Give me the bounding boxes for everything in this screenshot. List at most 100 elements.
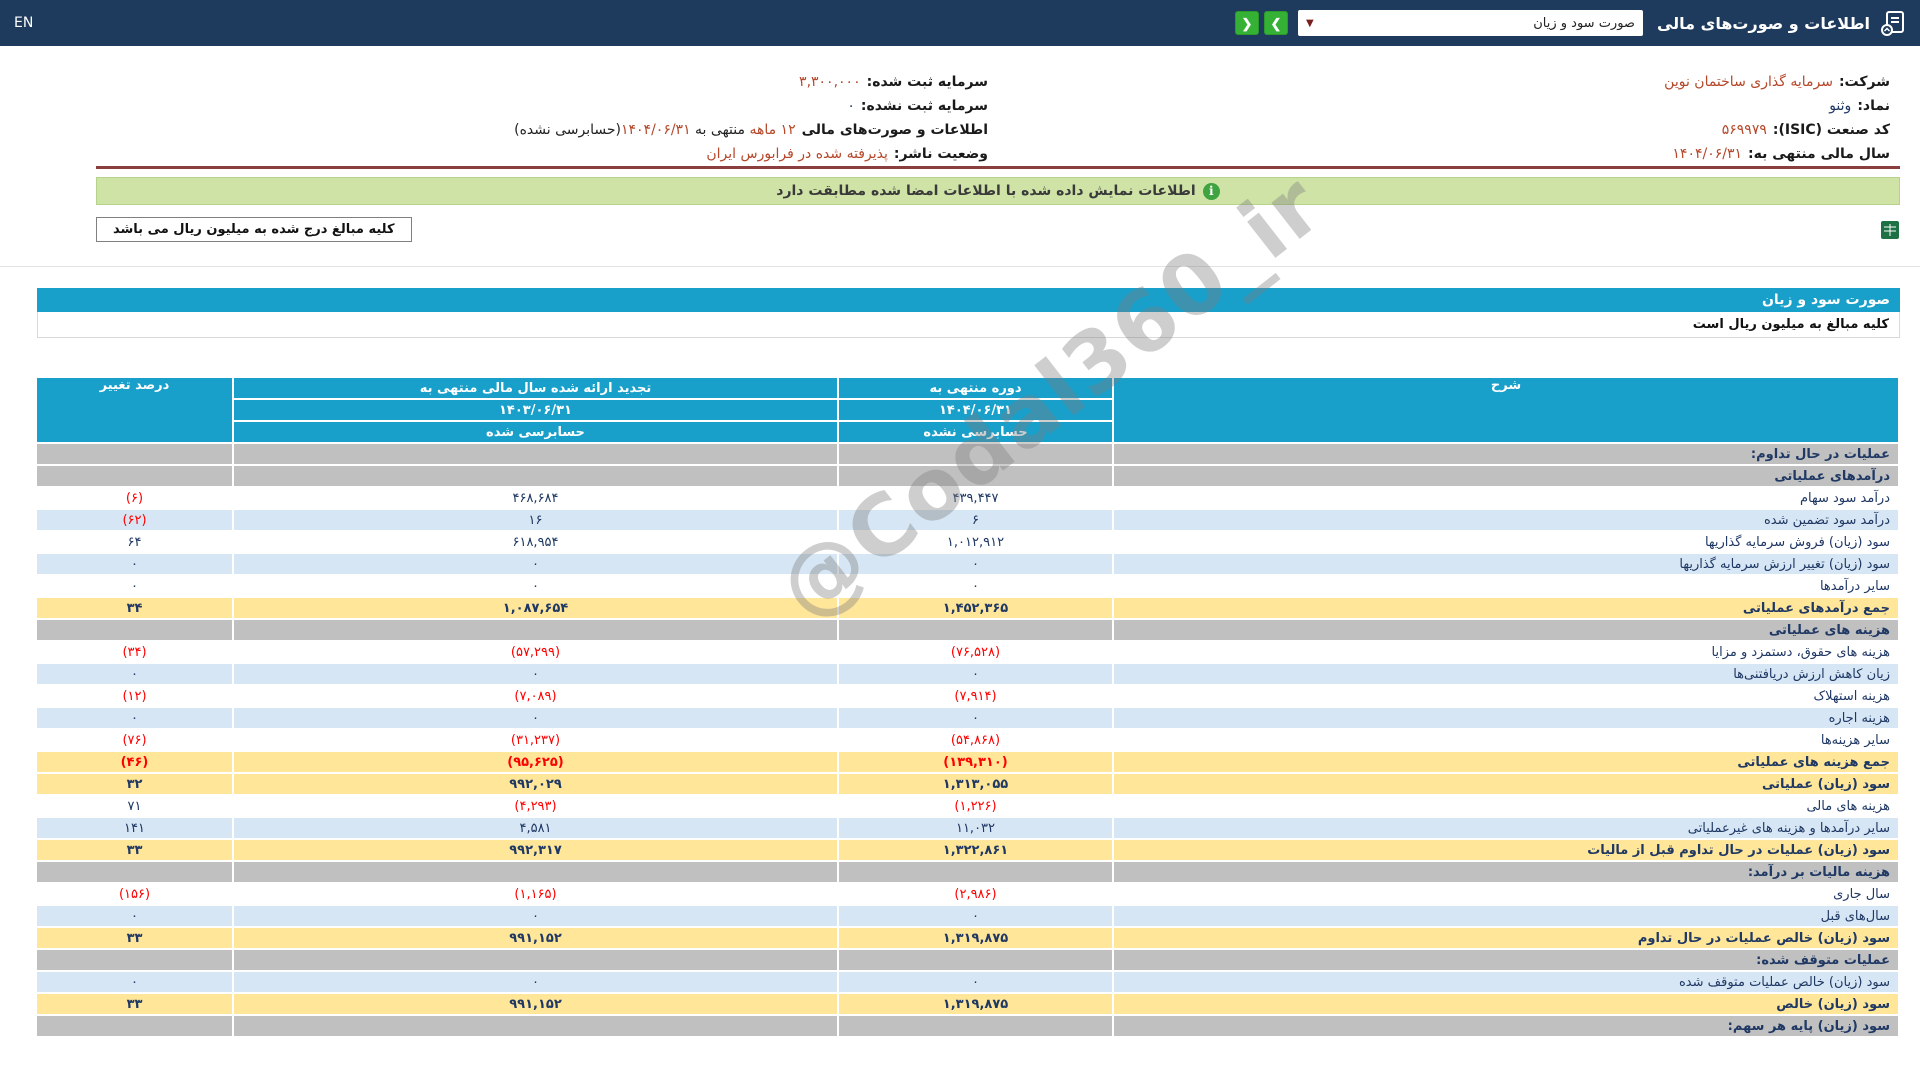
table-section-row: هزینه مالیات بر درآمد:: [36, 861, 1899, 883]
unregistered-capital-value: ۰: [847, 98, 855, 114]
unregistered-capital-field: سرمایه ثبت نشده: ۰: [96, 94, 998, 118]
row-label: درآمدهای عملیاتی: [1113, 465, 1899, 487]
statement-select-value: صورت سود و زیان: [1533, 16, 1635, 31]
company-header-zone: شرکت: سرمایه گذاری ساختمان نوین سرمایه ث…: [96, 70, 1900, 242]
statement-type-select[interactable]: صورت سود و زیان ▼: [1298, 10, 1643, 36]
row-label: عملیات متوقف شده:: [1113, 949, 1899, 971]
company-value: سرمایه گذاری ساختمان نوین: [1664, 74, 1833, 90]
row-label: هزینه مالیات بر درآمد:: [1113, 861, 1899, 883]
row-prior-value: [233, 1015, 838, 1037]
row-current-value: (۵۴,۸۶۸): [838, 729, 1113, 751]
row-label: سایر درآمدها: [1113, 575, 1899, 597]
publisher-status-label: وضعیت ناشر:: [894, 146, 988, 162]
language-toggle[interactable]: EN: [14, 15, 33, 31]
row-prior-value: ۰: [233, 553, 838, 575]
statement-table-body: عملیات در حال تداوم:درآمدهای عملیاتیدرآم…: [36, 443, 1899, 1037]
col-header-restated-date: ۱۴۰۳/۰۶/۳۱: [233, 399, 838, 421]
export-excel-button[interactable]: [1880, 220, 1900, 240]
row-label: هزینه های عملیاتی: [1113, 619, 1899, 641]
row-change-value: ۳۲: [36, 773, 233, 795]
table-row: سایر هزینه‌ها(۵۴,۸۶۸)(۳۱,۲۳۷)(۷۶): [36, 729, 1899, 751]
table-section-row: هزینه های عملیاتی: [36, 619, 1899, 641]
row-prior-value: ۰: [233, 971, 838, 993]
row-label: هزینه اجاره: [1113, 707, 1899, 729]
row-change-value: ۰: [36, 707, 233, 729]
table-row: سود (زیان) فروش سرمایه گذاریها۱,۰۱۲,۹۱۲۶…: [36, 531, 1899, 553]
table-row: هزینه های حقوق، دستمزد و مزایا(۷۶,۵۲۸)(۵…: [36, 641, 1899, 663]
table-row: سود (زیان) تغییر ارزش سرمایه گذاریها۰۰۰: [36, 553, 1899, 575]
company-info-panel: شرکت: سرمایه گذاری ساختمان نوین سرمایه ث…: [96, 70, 1900, 169]
statement-audit-suffix: (حسابرسی نشده): [514, 122, 621, 138]
row-change-value: (۷۶): [36, 729, 233, 751]
row-change-value: [36, 465, 233, 487]
row-prior-value: ۹۹۱,۱۵۲: [233, 927, 838, 949]
signature-match-text: اطلاعات نمایش داده شده با اطلاعات امضا ش…: [776, 183, 1195, 199]
row-change-value: [36, 1015, 233, 1037]
row-current-value: [838, 949, 1113, 971]
row-label: جمع هزینه های عملیاتی: [1113, 751, 1899, 773]
statement-table: شرح دوره منتهی به تجدید ارائه شده سال ما…: [35, 376, 1900, 1038]
row-label: زیان کاهش ارزش دریافتنی‌ها: [1113, 663, 1899, 685]
isic-field: کد صنعت (ISIC): ۵۶۹۹۷۹: [998, 118, 1900, 142]
row-prior-value: ۶۱۸,۹۵۴: [233, 531, 838, 553]
symbol-label: نماد:: [1857, 98, 1890, 114]
row-label: سال‌های قبل: [1113, 905, 1899, 927]
table-row: هزینه استهلاک(۷,۹۱۴)(۷,۰۸۹)(۱۲): [36, 685, 1899, 707]
table-row: هزینه اجاره۰۰۰: [36, 707, 1899, 729]
company-field: شرکت: سرمایه گذاری ساختمان نوین: [998, 70, 1900, 94]
row-current-value: ۱۱,۰۳۲: [838, 817, 1113, 839]
row-prior-value: ۹۹۱,۱۵۲: [233, 993, 838, 1015]
isic-value: ۵۶۹۹۷۹: [1722, 122, 1767, 138]
currency-note-box: کلیه مبالغ درج شده به میلیون ریال می باش…: [96, 217, 412, 242]
row-current-value: ۰: [838, 553, 1113, 575]
table-row: سود (زیان) خالص عملیات در حال تداوم۱,۳۱۹…: [36, 927, 1899, 949]
registered-capital-value: ۳,۳۰۰,۰۰۰: [799, 74, 861, 90]
row-label: سود (زیان) خالص عملیات متوقف شده: [1113, 971, 1899, 993]
row-prior-value: [233, 619, 838, 641]
registered-capital-field: سرمایه ثبت شده: ۳,۳۰۰,۰۰۰: [96, 70, 998, 94]
row-prior-value: [233, 443, 838, 465]
row-label: سود (زیان) خالص: [1113, 993, 1899, 1015]
row-current-value: (۲,۹۸۶): [838, 883, 1113, 905]
registered-capital-label: سرمایه ثبت شده:: [867, 74, 988, 90]
row-label: سود (زیان) خالص عملیات در حال تداوم: [1113, 927, 1899, 949]
statement-description-field: اطلاعات و صورت‌های مالی ۱۲ ماهه منتهی به…: [96, 118, 998, 142]
financial-report-icon: [1880, 10, 1906, 36]
info-icon: i: [1203, 183, 1220, 200]
col-header-current-audit: حسابرسی نشده: [838, 421, 1113, 443]
row-change-value: (۳۴): [36, 641, 233, 663]
row-change-value: (۴۶): [36, 751, 233, 773]
row-prior-value: ۴۶۸,۶۸۴: [233, 487, 838, 509]
next-statement-button[interactable]: ❯: [1264, 11, 1288, 35]
row-current-value: ۱,۳۱۹,۸۷۵: [838, 927, 1113, 949]
row-label: هزینه های حقوق، دستمزد و مزایا: [1113, 641, 1899, 663]
prev-statement-button[interactable]: ❮: [1235, 11, 1259, 35]
signature-match-banner: i اطلاعات نمایش داده شده با اطلاعات امضا…: [96, 177, 1900, 205]
row-current-value: ۱,۳۱۹,۸۷۵: [838, 993, 1113, 1015]
row-change-value: ۳۳: [36, 927, 233, 949]
row-prior-value: [233, 861, 838, 883]
row-current-value: ۶: [838, 509, 1113, 531]
row-current-value: [838, 443, 1113, 465]
unregistered-capital-label: سرمایه ثبت نشده:: [861, 98, 988, 114]
row-change-value: [36, 949, 233, 971]
row-prior-value: ۰: [233, 575, 838, 597]
table-row: سود (زیان) عملیاتی۱,۳۱۳,۰۵۵۹۹۲,۰۲۹۳۲: [36, 773, 1899, 795]
row-change-value: [36, 619, 233, 641]
table-row: سود (زیان) خالص عملیات متوقف شده۰۰۰: [36, 971, 1899, 993]
row-prior-value: ۱۶: [233, 509, 838, 531]
row-label: درآمد سود سهام: [1113, 487, 1899, 509]
publisher-status-field: وضعیت ناشر: پذیرفته شده در فرابورس ایران: [96, 142, 998, 166]
isic-label: کد صنعت (ISIC):: [1773, 122, 1890, 138]
row-change-value: [36, 861, 233, 883]
section-divider: [0, 266, 1920, 267]
row-prior-value: ۹۹۲,۳۱۷: [233, 839, 838, 861]
row-label: سایر هزینه‌ها: [1113, 729, 1899, 751]
row-current-value: ۰: [838, 707, 1113, 729]
row-current-value: (۱,۲۲۶): [838, 795, 1113, 817]
row-change-value: [36, 443, 233, 465]
col-header-current-date: ۱۴۰۴/۰۶/۳۱: [838, 399, 1113, 421]
table-row: سال جاری(۲,۹۸۶)(۱,۱۶۵)(۱۵۶): [36, 883, 1899, 905]
row-current-value: (۷,۹۱۴): [838, 685, 1113, 707]
col-header-restated-audit: حسابرسی شده: [233, 421, 838, 443]
